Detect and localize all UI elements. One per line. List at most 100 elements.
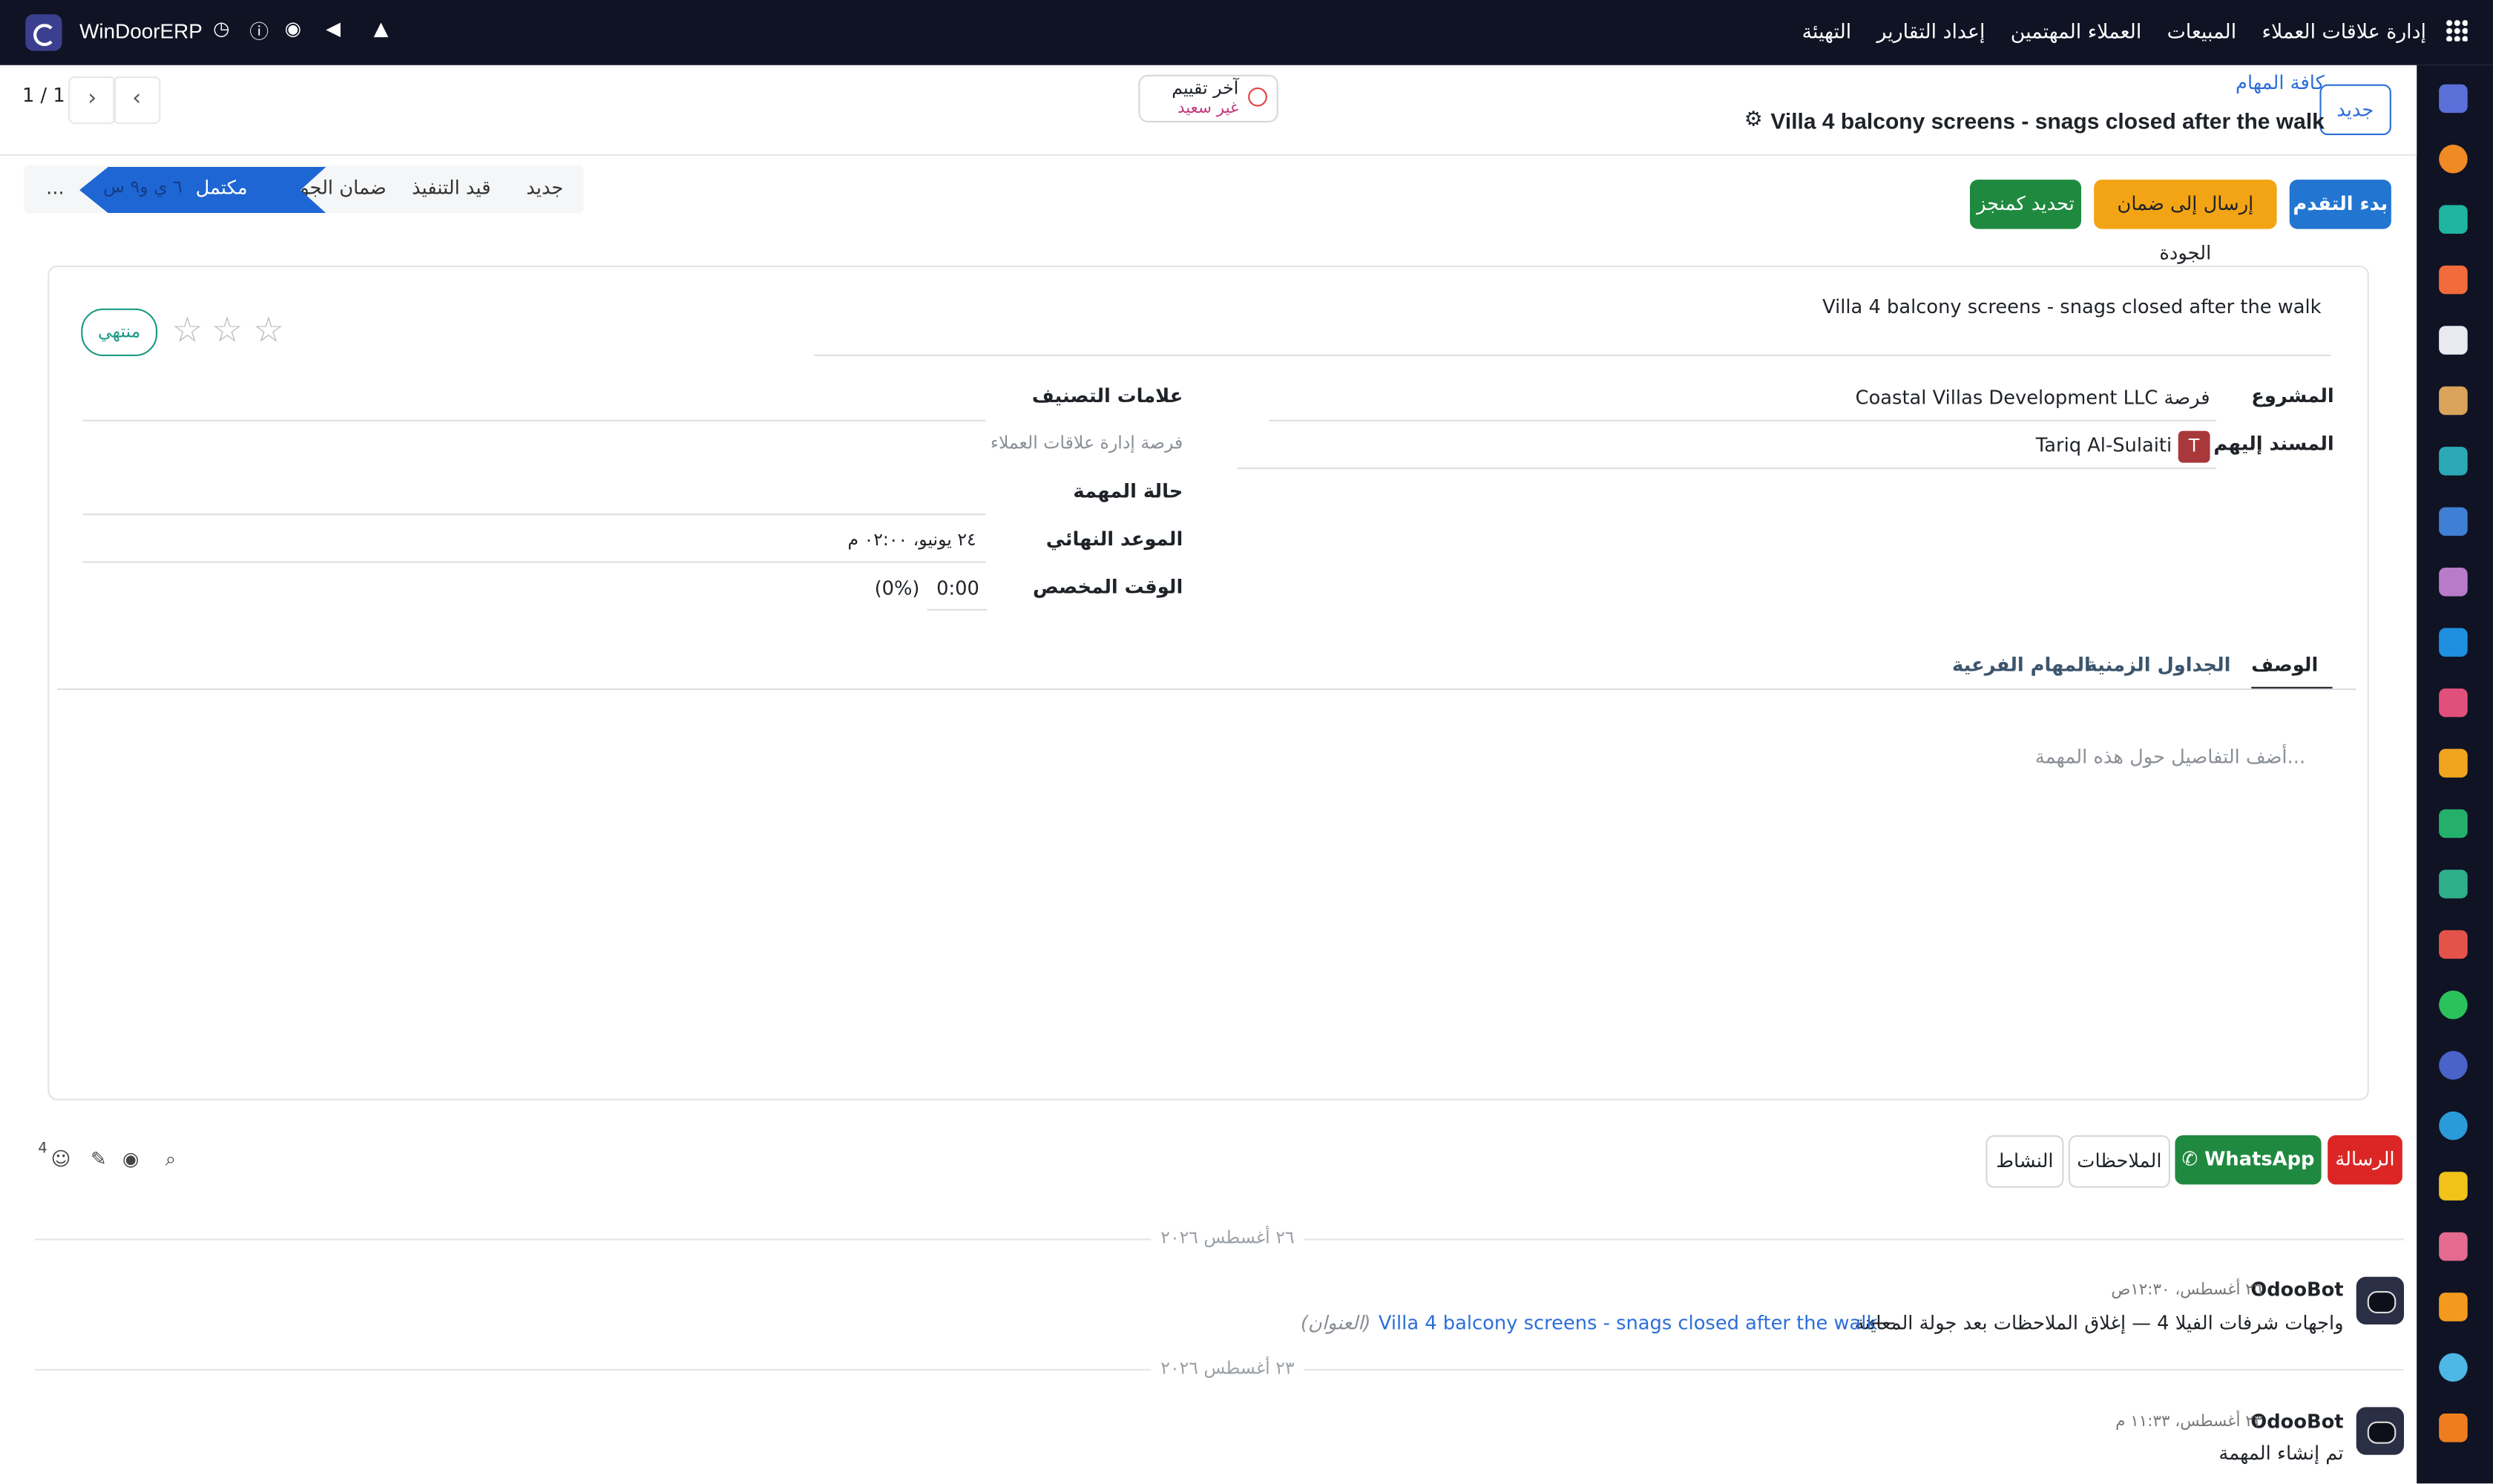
chat-icon[interactable]: ◉ [285,18,301,40]
menu-crm[interactable]: إدارة علاقات العملاء [2262,19,2426,43]
stage-more-button[interactable]: ... [46,177,65,199]
menu-reporting[interactable]: إعداد التقارير [1876,19,1985,43]
help-icon[interactable]: ⓘ [249,18,269,45]
menu-sales[interactable]: المبيعات [2167,19,2237,43]
invoicing-app-icon[interactable] [2439,628,2468,657]
allocated-time-underline [927,608,988,611]
whatsapp-button[interactable]: ✆ WhatsApp [2175,1135,2322,1185]
company-logo-icon[interactable] [25,14,62,51]
apps-sidebar [2417,65,2493,1484]
menu-leads[interactable]: العملاء المهتمين [2011,19,2142,43]
start-progress-button[interactable]: بدء التقدم [2289,180,2391,229]
top-navbar: WinDoorERP ◷ ⓘ ◉ ◀ ▲ إدارة علاقات العملا… [0,0,2493,65]
description-editor[interactable]: أضف التفاصيل حول هذه المهمة... [2035,746,2305,768]
crm-app-icon[interactable] [2439,205,2468,234]
inventory-app-icon[interactable] [2439,326,2468,355]
calendar-app-icon[interactable] [2439,749,2468,778]
rating-title: آخر تقييم [1172,78,1239,99]
dashboards-app-icon[interactable] [2439,930,2468,959]
breadcrumb-all-tasks[interactable]: كافة المهام [2236,71,2325,93]
bell-icon[interactable]: ▲ [374,18,389,40]
project-label: المشروع [2251,384,2334,407]
app-root: WinDoorERP ◷ ⓘ ◉ ◀ ▲ إدارة علاقات العملا… [0,0,2493,1484]
assignee-underline [1237,467,2217,470]
contacts-app-icon[interactable] [2439,386,2468,416]
task-state-label: حالة المهمة [1073,480,1183,503]
task-name-field[interactable]: Villa 4 balcony screens - snags closed a… [1822,296,2321,318]
megaphone-icon[interactable]: ◀ [326,18,341,40]
date-separator: ٢٦ أغسطس ٢٠٢٦ [1151,1227,1304,1249]
activity-button[interactable]: النشاط [1985,1135,2064,1188]
pager-previous-button[interactable]: ‹ [113,76,161,125]
stage-statusbar: جديد قيد التنفيذ ضمان الجودة مكتمل ٦ ي و… [24,165,584,214]
apps-grid-icon[interactable] [2445,19,2468,42]
deadline-underline [82,561,986,563]
state-badge[interactable]: منتهي [81,308,158,356]
project-value[interactable]: Coastal Villas Development LLC فرصة [1856,387,2210,409]
menu-configuration[interactable]: التهيئة [1802,19,1852,43]
tab-subtasks[interactable]: المهام الفرعية [1952,654,2091,676]
star-icon[interactable]: ☆ [171,312,203,352]
odoobot-avatar[interactable] [2356,1276,2404,1324]
knowledge-app-icon[interactable] [2439,507,2468,536]
sign-app-icon[interactable] [2439,809,2468,838]
expenses-app-icon[interactable] [2439,1232,2468,1261]
allocated-time-value[interactable]: 0:00 [936,577,979,600]
stage-in-progress[interactable]: قيد التنفيذ [412,177,491,199]
paperclip-icon[interactable]: ✎ [91,1148,107,1170]
mail-app-icon[interactable] [2439,84,2468,114]
timesheets-app-icon[interactable] [2439,1051,2468,1080]
pager-value[interactable]: 1 / 1 [22,85,65,107]
record-title: Villa 4 balcony screens - snags closed a… [1770,108,2325,134]
message-author[interactable]: OdooBot [2250,1278,2343,1301]
gear-icon[interactable]: ⚙ [1744,108,1763,132]
tracking-new-value: Villa 4 balcony screens - snags closed a… [1378,1311,1878,1334]
followers-icon[interactable]: ☺ [51,1148,71,1170]
assignee-value[interactable]: Tariq Al-Sulaiti [2036,434,2172,456]
tasks-app-icon[interactable] [2439,447,2468,476]
employees-app-icon[interactable] [2439,688,2468,718]
stage-new[interactable]: جديد [526,177,563,199]
send-to-qa-button[interactable]: إرسال إلى ضمان الجودة [2094,180,2277,264]
star-icon[interactable]: ☆ [253,312,284,352]
whatsapp-label: WhatsApp [2204,1148,2315,1171]
mark-done-button[interactable]: تحديد كمنجز [1970,180,2081,229]
discuss-app-icon[interactable] [2439,145,2468,174]
rating-value: غير سعيد [1177,100,1239,118]
whatsapp-app-icon[interactable] [2439,991,2468,1020]
message-author[interactable]: OdooBot [2250,1411,2343,1433]
date-separator: ٢٣ أغسطس ٢٠٢٦ [1151,1358,1304,1379]
search-icon[interactable]: ⌕ [165,1148,176,1172]
company-name[interactable]: WinDoorERP [79,19,203,43]
email-marketing-app-icon[interactable] [2439,1172,2468,1201]
log-note-button[interactable]: الملاحظات [2068,1135,2170,1188]
star-icon[interactable]: ☆ [211,312,243,352]
followers-count: 4 [38,1141,47,1158]
deadline-label: الموعد النهائي [1045,528,1183,551]
settings-app-icon[interactable] [2439,1414,2468,1442]
sales-app-icon[interactable] [2439,265,2468,295]
task-name-underline [814,354,2331,356]
stage-done-label: مكتمل [195,176,248,199]
tab-timesheets[interactable]: الجداول الزمنية [2086,654,2231,676]
assignee-label: المسند إليهم [2213,432,2334,455]
new-task-button[interactable]: جديد [2319,84,2391,136]
manufacturing-app-icon[interactable] [2439,1293,2468,1322]
message-time: ٢٦ أغسطس، ١٢:٣٠ص [2111,1281,2263,1299]
hr-app-icon[interactable] [2439,870,2468,899]
purchase-app-icon[interactable] [2439,568,2468,597]
assignee-avatar[interactable]: T [2178,430,2210,463]
tab-description[interactable]: الوصف [2251,654,2318,676]
clock-icon[interactable]: ◷ [213,18,229,40]
send-message-button[interactable]: الرسالة [2328,1135,2402,1185]
allocated-time-label: الوقت المخصص [1033,575,1183,598]
surveys-app-icon[interactable] [2439,1353,2468,1382]
eye-icon[interactable]: ◉ [122,1148,139,1170]
last-rating-widget[interactable]: آخر تقييم غير سعيد [1138,74,1278,122]
deadline-value[interactable]: ٢٤ يونيو، ٠٢:٠٠ م [847,530,976,551]
website-app-icon[interactable] [2439,1111,2468,1140]
odoobot-avatar[interactable] [2356,1407,2404,1455]
pager-next-button[interactable]: › [68,76,116,125]
message-time: ٢٣ أغسطس، ١١:٣٣ م [2115,1414,2263,1431]
allocated-time-percent: (0%) [874,577,920,600]
